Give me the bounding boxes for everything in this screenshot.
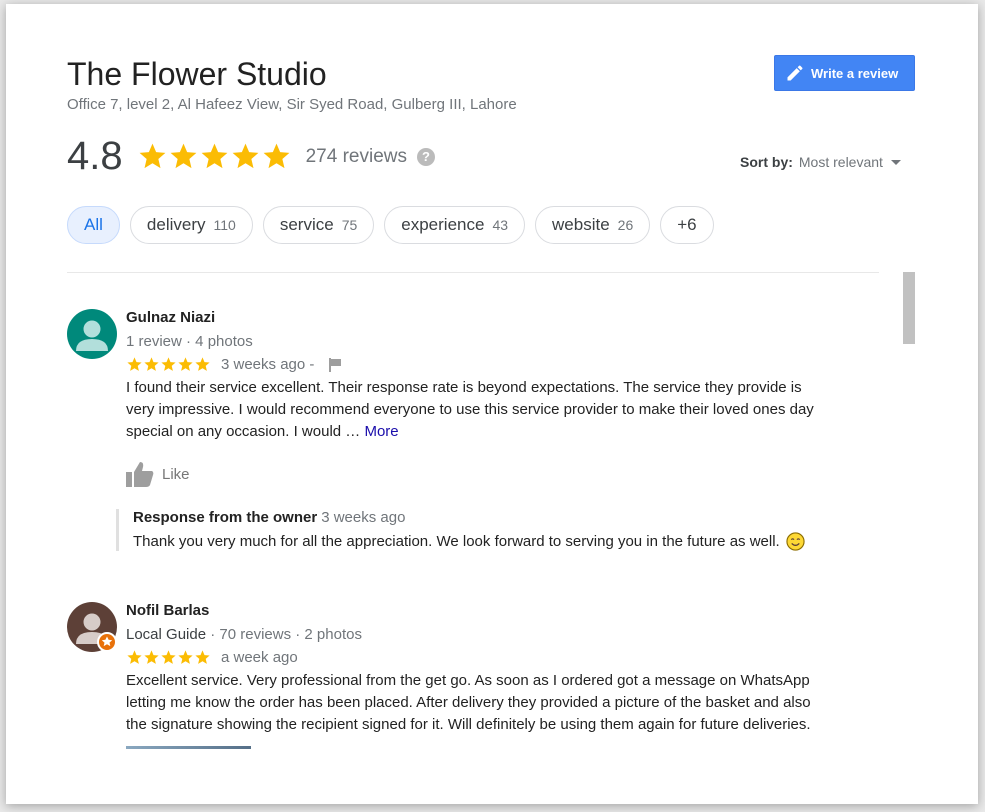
- star-icon: [201, 143, 228, 169]
- star-icon: [195, 650, 210, 664]
- star-icon: [139, 143, 166, 169]
- more-link[interactable]: More: [364, 423, 398, 440]
- place-address: Office 7, level 2, Al Hafeez View, Sir S…: [67, 96, 517, 113]
- review-text: Excellent service. Very professional fro…: [126, 670, 876, 736]
- topic-chips: All delivery 110 service 75 experience 4…: [67, 206, 714, 244]
- review-stars: [126, 356, 211, 373]
- star-icon: [127, 650, 142, 664]
- review-text-line: special on any occasion. I would … More: [126, 421, 876, 443]
- rating-stars: [137, 141, 292, 172]
- chip-count: 110: [213, 217, 236, 233]
- chip-count: 75: [341, 217, 358, 233]
- chip-count: 26: [617, 217, 634, 233]
- star-icon: [161, 650, 176, 664]
- chip-label: experience: [401, 215, 485, 234]
- review-count: 274 reviews: [305, 145, 407, 167]
- reviewer-name[interactable]: Nofil Barlas: [126, 602, 876, 622]
- sort-label: Sort by:: [740, 154, 793, 170]
- reviewer-meta: 1 review · 4 photos: [126, 333, 253, 350]
- chip-delivery[interactable]: delivery 110: [129, 206, 253, 244]
- chip-website[interactable]: website 26: [535, 206, 651, 244]
- review-text-line: I found their service excellent. Their r…: [126, 379, 802, 396]
- write-review-label: Write a review: [811, 65, 899, 81]
- like-button[interactable]: Like: [126, 461, 206, 487]
- review-time: 3 weeks ago -: [221, 356, 314, 373]
- avatar[interactable]: [67, 309, 117, 359]
- owner-response-label: Response from the owner: [133, 509, 318, 526]
- help-icon[interactable]: ?: [417, 147, 435, 166]
- review-text-line: the signature showing the recipient sign…: [126, 716, 811, 733]
- rating-summary: 4.8 274 reviews ?: [67, 134, 435, 179]
- place-title: The Flower Studio: [67, 56, 327, 92]
- thumbs-up-icon: [126, 462, 154, 487]
- reviews-dialog: The Flower Studio Office 7, level 2, Al …: [6, 4, 978, 804]
- reviewer-meta-counts: · 70 reviews · 2 photos: [206, 626, 362, 643]
- review-text-end: special on any occasion. I would …: [126, 423, 361, 440]
- chip-label: All: [84, 215, 103, 234]
- star-icon: [144, 357, 159, 371]
- like-label: Like: [162, 465, 190, 483]
- chip-label: service: [279, 215, 334, 234]
- star-icon: [127, 357, 142, 371]
- flag-icon[interactable]: [328, 357, 342, 372]
- star-icon: [161, 357, 176, 371]
- pencil-icon: [787, 65, 803, 81]
- owner-response-body: Thank you very much for all the apprecia…: [133, 533, 780, 550]
- star-icon: [170, 143, 197, 169]
- sort-dropdown[interactable]: Sort by: Most relevant: [740, 154, 901, 170]
- star-icon: [195, 357, 210, 371]
- chip-label: delivery: [146, 215, 206, 234]
- review-text-line: very impressive. I would recommend every…: [126, 401, 814, 418]
- person-avatar-icon: [67, 309, 117, 359]
- chip-count: 43: [492, 217, 509, 233]
- sort-value: Most relevant: [798, 154, 883, 170]
- rating-value: 4.8: [67, 134, 123, 178]
- review-rating: 3 weeks ago -: [126, 356, 876, 373]
- review-text-line: Excellent service. Very professional fro…: [126, 672, 810, 689]
- chip-all[interactable]: All: [67, 206, 120, 244]
- star-icon: [263, 143, 290, 169]
- owner-response-header: Response from the owner 3 weeks ago: [133, 509, 876, 526]
- star-icon: [178, 650, 193, 664]
- owner-response: Response from the owner 3 weeks ago Thank…: [116, 509, 876, 551]
- star-icon: [178, 357, 193, 371]
- review-text: I found their service excellent. Their r…: [126, 377, 876, 443]
- review-text-line: letting me know the order has been place…: [126, 694, 811, 711]
- scrollbar-thumb[interactable]: [903, 272, 915, 344]
- avatar[interactable]: [67, 602, 117, 652]
- review-photo-thumbnail[interactable]: [126, 746, 251, 749]
- star-icon: [144, 650, 159, 664]
- star-icon: [232, 143, 259, 169]
- chip-experience[interactable]: experience 43: [384, 206, 526, 244]
- caret-down-icon: [890, 159, 901, 165]
- review-time: a week ago: [221, 649, 298, 666]
- divider: [67, 272, 879, 273]
- review-time-suffix: -: [305, 356, 315, 373]
- chip-more[interactable]: +6: [660, 206, 714, 244]
- reviewer-meta: Local Guide · 70 reviews · 2 photos: [126, 626, 876, 643]
- local-guide-label: Local Guide: [126, 626, 207, 643]
- chip-label: +6: [677, 215, 697, 234]
- reviewer-name[interactable]: Gulnaz Niazi: [126, 309, 876, 329]
- review-stars: [126, 649, 211, 666]
- chip-service[interactable]: service 75: [262, 206, 375, 244]
- review-rating: a week ago: [126, 649, 876, 666]
- owner-response-time: 3 weeks ago: [321, 509, 406, 526]
- smiley-emoji-icon: [786, 532, 805, 551]
- write-review-button[interactable]: Write a review: [774, 55, 915, 91]
- review-time-text: 3 weeks ago: [221, 356, 306, 373]
- local-guide-badge-icon: [97, 632, 117, 652]
- owner-response-text: Thank you very much for all the apprecia…: [133, 532, 876, 551]
- chip-label: website: [552, 215, 610, 234]
